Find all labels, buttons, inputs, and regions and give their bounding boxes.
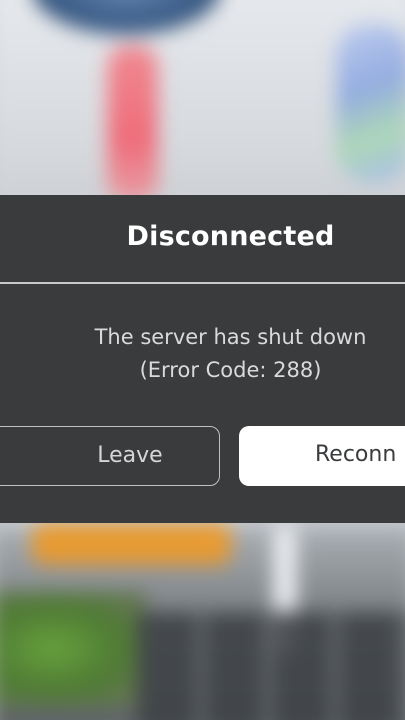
colorful-chain — [336, 24, 405, 182]
orange-platform — [31, 522, 232, 565]
dialog-title: Disconnected — [126, 221, 335, 252]
error-code-line: (Error Code: 288) — [139, 358, 322, 382]
grass-patch — [0, 591, 148, 707]
disconnected-dialog: Disconnected The server has shut down (E… — [0, 195, 405, 523]
message-line: The server has shut down — [94, 325, 367, 349]
leave-button[interactable]: Leave — [0, 426, 220, 486]
game-viewport: Disconnected The server has shut down (E… — [0, 0, 405, 720]
title-divider — [0, 282, 405, 284]
dialog-message: The server has shut down (Error Code: 28… — [0, 321, 405, 387]
reconnect-button[interactable]: Reconn — [239, 426, 405, 486]
floor-tiles — [136, 612, 405, 720]
tractor-beam — [107, 45, 158, 203]
